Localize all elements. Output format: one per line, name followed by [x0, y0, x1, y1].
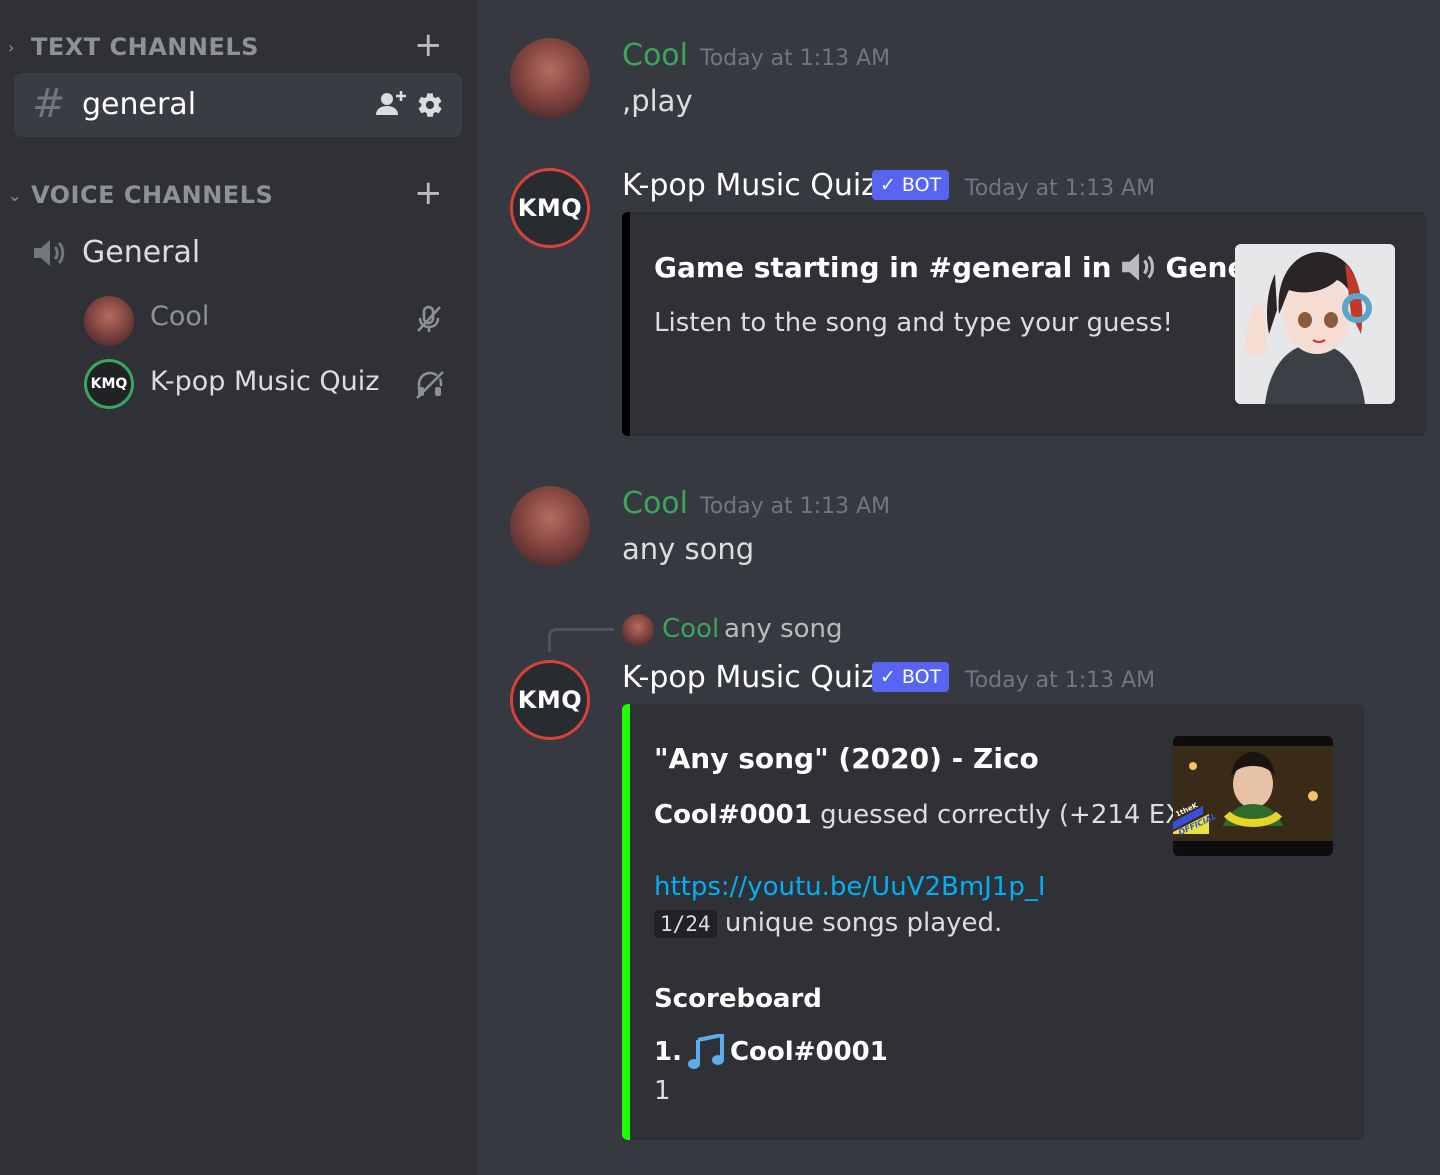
embed-title: Game starting in #general in General — [654, 250, 1289, 284]
embed-color-bar — [622, 704, 630, 1140]
scoreboard-player: Cool#0001 — [729, 1037, 888, 1067]
reply-preview[interactable]: any song — [724, 614, 843, 644]
message-author[interactable]: K-pop Music Quiz — [622, 660, 877, 695]
speaker-icon — [34, 240, 65, 266]
music-video-frame — [1173, 736, 1333, 856]
voice-user-name: Cool — [150, 301, 210, 332]
voice-user-cool[interactable]: Cool — [84, 292, 464, 348]
category-label: VOICE CHANNELS — [31, 181, 274, 209]
add-channel-icon[interactable]: + — [414, 176, 443, 210]
avatar[interactable]: KMQ — [510, 660, 590, 740]
gear-icon[interactable] — [416, 91, 444, 119]
message-timestamp: Today at 1:13 AM — [965, 176, 1156, 201]
chevron-right-icon: › — [8, 37, 15, 57]
message-author[interactable]: K-pop Music Quiz — [622, 168, 877, 203]
embed-title: "Any song" (2020) - Zico — [654, 742, 1039, 775]
songs-played-count: 1/24 — [654, 910, 717, 938]
embed-description: Listen to the song and type your guess! — [654, 308, 1173, 338]
scoreboard-entry: 1. Cool#0001 — [654, 1034, 888, 1070]
bot-tag-label: BOT — [901, 174, 942, 196]
muted-mic-icon — [417, 305, 441, 332]
scoreboard-title: Scoreboard — [654, 984, 822, 1014]
message-timestamp: Today at 1:13 AM — [700, 46, 891, 71]
reply-author[interactable]: Cool — [662, 614, 719, 644]
reply-avatar — [622, 614, 654, 646]
channel-name: general — [82, 87, 197, 122]
voice-user-kmq[interactable]: KMQ K-pop Music Quiz — [84, 356, 464, 412]
avatar[interactable] — [510, 486, 590, 566]
avatar[interactable] — [510, 38, 590, 118]
speaker-icon — [1121, 253, 1154, 281]
text-channel-icon: # — [32, 81, 66, 127]
avatar: KMQ — [84, 359, 134, 409]
video-thumbnail[interactable]: 1theK OFFICIAL — [1173, 736, 1333, 856]
text-channels-category[interactable]: › TEXT CHANNELS + — [0, 27, 460, 67]
songs-played-text: unique songs played. — [724, 908, 1003, 938]
category-label: TEXT CHANNELS — [31, 33, 259, 61]
channel-sidebar: › TEXT CHANNELS + # general ⌄ VOICE CHAN… — [0, 0, 478, 1175]
text-channel-general[interactable]: # general — [14, 73, 462, 137]
bot-tag: ✓ BOT — [872, 170, 950, 200]
embed: "Any song" (2020) - Zico Cool#0001 guess… — [622, 704, 1364, 1140]
reply-connector — [548, 628, 614, 652]
voice-channels-category[interactable]: ⌄ VOICE CHANNELS + — [0, 175, 460, 215]
check-icon: ✓ — [880, 174, 896, 196]
channel-name: General — [82, 235, 201, 270]
message-content: ,play — [622, 84, 693, 118]
message-timestamp: Today at 1:13 AM — [965, 668, 1156, 693]
embed-color-bar — [622, 212, 630, 436]
embed-title-text: Game starting in #general in — [654, 250, 1112, 284]
voice-channel-general[interactable]: General — [14, 223, 462, 283]
message-author[interactable]: Cool — [622, 486, 688, 521]
voice-user-name: K-pop Music Quiz — [150, 366, 380, 397]
scoreboard-score: 1 — [654, 1076, 671, 1106]
avatar[interactable]: KMQ — [510, 168, 590, 248]
add-channel-icon[interactable]: + — [414, 28, 443, 62]
embed-thumbnail[interactable] — [1235, 244, 1395, 404]
scoreboard-rank: 1. — [654, 1037, 682, 1067]
embed: Game starting in #general in General Lis… — [622, 212, 1426, 436]
create-invite-icon[interactable] — [374, 89, 408, 119]
guess-result: guessed correctly (+214 EXP) — [820, 800, 1209, 830]
embed-guess-line: Cool#0001 guessed correctly (+214 EXP) — [654, 800, 1209, 830]
deafened-headphone-icon — [416, 371, 444, 399]
youtube-link[interactable]: https://youtu.be/UuV2BmJ1p_I — [654, 872, 1046, 902]
songs-played-line: 1/24 unique songs played. — [654, 908, 1002, 938]
check-icon: ✓ — [880, 666, 896, 688]
message-author[interactable]: Cool — [622, 38, 688, 73]
bot-tag-label: BOT — [901, 666, 942, 688]
avatar — [84, 296, 134, 346]
message-content: any song — [622, 532, 755, 566]
chevron-down-icon: ⌄ — [8, 185, 22, 205]
bot-tag: ✓ BOT — [872, 662, 950, 692]
guesser-name: Cool#0001 — [654, 800, 812, 830]
anime-girl-image — [1235, 244, 1395, 404]
message-timestamp: Today at 1:13 AM — [700, 494, 891, 519]
music-note-icon — [687, 1034, 724, 1069]
